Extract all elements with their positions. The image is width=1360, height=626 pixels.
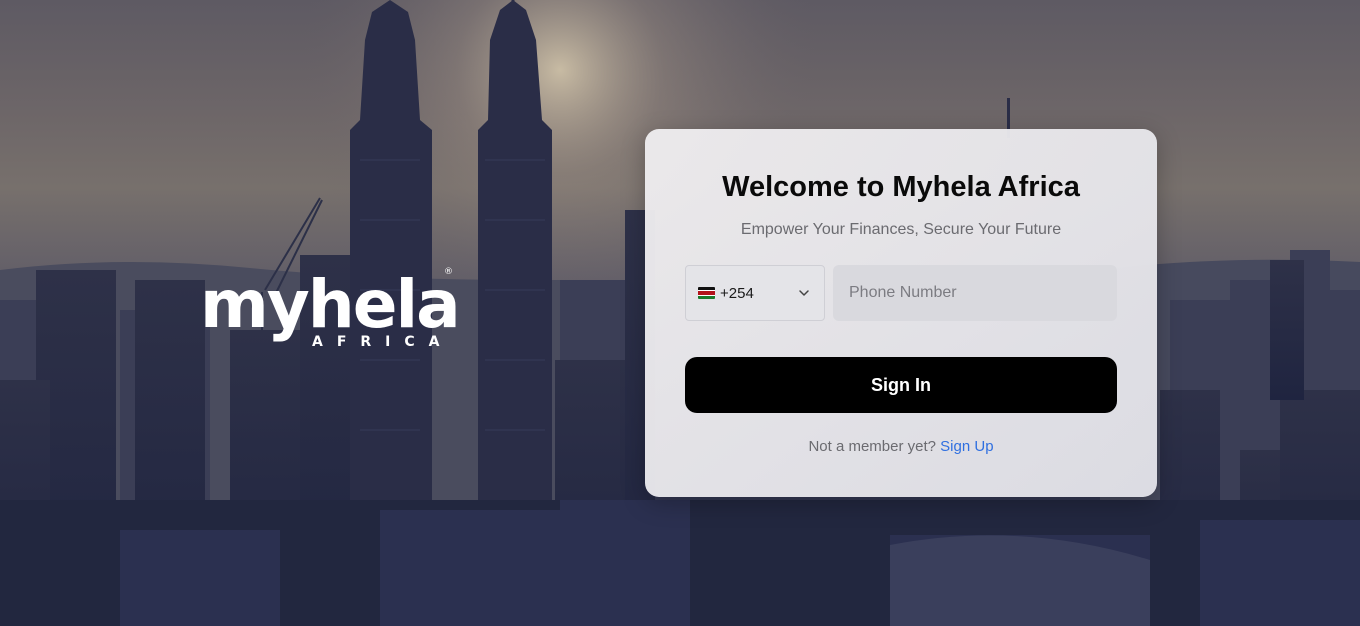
dial-code: +254 — [720, 284, 754, 302]
logo-subtitle: AFRICA — [312, 334, 454, 350]
signup-prompt-row: Not a member yet? Sign Up — [645, 438, 1157, 455]
page-subtitle: Empower Your Finances, Secure Your Futur… — [740, 221, 1062, 238]
login-card: Welcome to Myhela Africa Empower Your Fi… — [645, 129, 1157, 497]
kenya-flag-icon — [698, 287, 715, 299]
page-title: Welcome to Myhela Africa — [722, 171, 1080, 203]
myhela-logo: myhela ® AFRICA — [200, 262, 462, 362]
sign-in-button[interactable]: Sign In — [685, 357, 1117, 413]
phone-number-input[interactable] — [833, 265, 1117, 321]
country-code-select[interactable]: +254 — [685, 265, 825, 321]
registered-mark: ® — [444, 267, 453, 277]
logo-wordmark: myhela — [200, 266, 461, 343]
chevron-down-icon — [799, 290, 809, 296]
sign-up-link[interactable]: Sign Up — [940, 438, 993, 455]
signup-prompt-text: Not a member yet? — [808, 438, 936, 455]
